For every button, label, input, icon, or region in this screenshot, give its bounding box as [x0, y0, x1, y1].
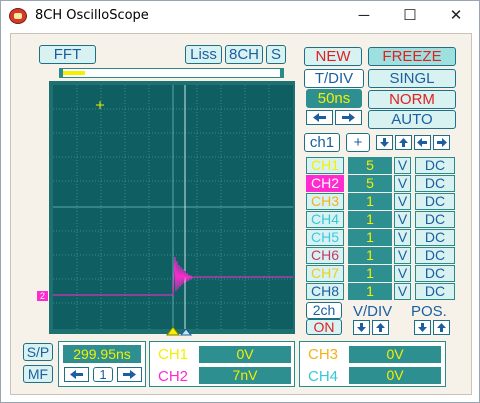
oscilloscope-window: 8CH OscilloScope ─ ☐ ✕ FFT Liss 8CH S 2 …	[0, 0, 480, 403]
trigger-markers[interactable]	[165, 325, 195, 337]
window-title: 8CH OscilloScope	[35, 8, 149, 23]
norm-button[interactable]: NORM	[368, 90, 456, 109]
title-bar[interactable]: 8CH OscilloScope ─ ☐ ✕	[1, 1, 479, 31]
singl-button[interactable]: SINGL	[368, 69, 456, 88]
vdiv-down-button[interactable]	[353, 320, 370, 335]
slider-left-cap	[59, 68, 63, 78]
scope-graticule	[53, 85, 293, 329]
ch2-marker[interactable]: 2	[37, 291, 48, 301]
ch1-vdiv-value: 5	[348, 157, 392, 174]
meter-ch2-label: CH2	[157, 368, 188, 385]
ch4-button[interactable]: CH4	[306, 211, 344, 228]
ch2-vdiv-value: 5	[348, 175, 392, 192]
s-button[interactable]: S	[266, 45, 286, 64]
ch3-coupling-button[interactable]: DC	[415, 193, 455, 210]
time-value: 299.95ns	[63, 345, 141, 363]
ch8-unit: V	[394, 283, 411, 300]
meter-ch3-label: CH3	[307, 346, 338, 363]
minimize-button[interactable]: ─	[341, 1, 387, 31]
slider-fill	[63, 71, 85, 75]
ch5-unit: V	[394, 229, 411, 246]
mf-button[interactable]: MF	[23, 365, 53, 383]
meter-ch1-value: 0V	[199, 346, 291, 363]
meter-ch1-label: CH1	[157, 346, 188, 363]
ch6-button[interactable]: CH6	[306, 247, 344, 264]
ch6-unit: V	[394, 247, 411, 264]
ch1-unit: V	[394, 157, 411, 174]
ch2-button[interactable]: CH2	[306, 175, 344, 192]
ch3-button[interactable]: CH3	[306, 193, 344, 210]
trigger-down-button[interactable]	[376, 135, 393, 150]
ch2-unit: V	[394, 175, 411, 192]
vdiv-up-button[interactable]	[372, 320, 389, 335]
two-ch-on-button[interactable]: ON	[306, 319, 342, 335]
ch7-vdiv-value: 1	[348, 265, 392, 282]
vdiv-label: V/DIV	[353, 303, 393, 320]
ch8-button[interactable]: CH8	[306, 283, 344, 300]
sp-button[interactable]: S/P	[23, 343, 53, 361]
close-button[interactable]: ✕	[433, 1, 479, 31]
fft-button[interactable]: FFT	[39, 45, 96, 64]
trigger-right-button[interactable]	[433, 135, 450, 150]
tdiv-increase-button[interactable]	[335, 110, 362, 125]
pos-down-button[interactable]	[414, 320, 431, 335]
ch-select-button[interactable]: ch1	[304, 133, 340, 152]
tdiv-label: T/DIV	[304, 69, 364, 88]
meter-ch4-value: 0V	[349, 367, 441, 384]
freeze-button[interactable]: FREEZE	[368, 47, 456, 66]
time-decrease-button[interactable]	[64, 367, 89, 382]
maximize-button[interactable]: ☐	[387, 1, 433, 31]
tdiv-value: 50ns	[306, 89, 362, 108]
pos-up-button[interactable]	[433, 320, 450, 335]
ch4-coupling-button[interactable]: DC	[415, 211, 455, 228]
ch2-coupling-button[interactable]: DC	[415, 175, 455, 192]
tdiv-decrease-button[interactable]	[306, 110, 333, 125]
app-icon	[9, 8, 27, 24]
ch1-coupling-button[interactable]: DC	[415, 157, 455, 174]
ch5-button[interactable]: CH5	[306, 229, 344, 246]
meter-ch4-label: CH4	[307, 368, 338, 385]
meter-ch3-value: 0V	[349, 346, 441, 363]
position-slider[interactable]	[59, 68, 284, 78]
ch7-coupling-button[interactable]: DC	[415, 265, 455, 282]
plus-button[interactable]: +	[346, 133, 370, 152]
meter-ch2-value: 7nV	[199, 367, 291, 384]
ch4-unit: V	[394, 211, 411, 228]
ch5-coupling-button[interactable]: DC	[415, 229, 455, 246]
slider-right-cap	[280, 68, 284, 78]
scope-display[interactable]	[53, 85, 293, 329]
ch8-vdiv-value: 1	[348, 283, 392, 300]
ch6-coupling-button[interactable]: DC	[415, 247, 455, 264]
ch8-coupling-button[interactable]: DC	[415, 283, 455, 300]
ch3-unit: V	[394, 193, 411, 210]
two-ch-button[interactable]: 2ch	[306, 302, 342, 319]
auto-button[interactable]: AUTO	[368, 110, 456, 129]
step-value: 1	[93, 367, 113, 382]
trigger-left-button[interactable]	[414, 135, 431, 150]
ch4-vdiv-value: 1	[348, 211, 392, 228]
pos-label: POS.	[411, 303, 447, 320]
ch3-vdiv-value: 1	[348, 193, 392, 210]
trigger-up-button[interactable]	[395, 135, 412, 150]
ch5-vdiv-value: 1	[348, 229, 392, 246]
ch7-unit: V	[394, 265, 411, 282]
ch1-button[interactable]: CH1	[306, 157, 344, 174]
liss-button[interactable]: Liss	[185, 45, 222, 64]
time-increase-button[interactable]	[117, 367, 142, 382]
ch7-button[interactable]: CH7	[306, 265, 344, 282]
ch6-vdiv-value: 1	[348, 247, 392, 264]
new-button[interactable]: NEW	[304, 47, 362, 66]
8ch-button[interactable]: 8CH	[225, 45, 263, 64]
